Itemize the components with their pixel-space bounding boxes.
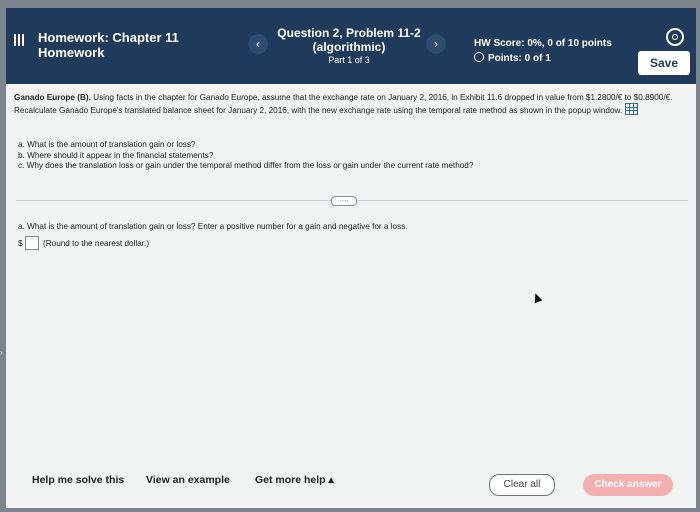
get-more-help-button[interactable]: Get more help ▴ bbox=[255, 474, 334, 486]
next-question-button[interactable]: › bbox=[426, 34, 446, 54]
header-bar: Homework: Chapter 11 Homework ‹ Question… bbox=[6, 8, 696, 84]
settings-gear-icon[interactable] bbox=[666, 28, 684, 46]
data-table-icon[interactable] bbox=[624, 103, 638, 115]
answer-input[interactable] bbox=[25, 236, 39, 250]
rounding-hint: (Round to the nearest dollar.) bbox=[43, 239, 150, 248]
save-button[interactable]: Save bbox=[638, 51, 690, 75]
help-me-solve-button[interactable]: Help me solve this bbox=[32, 474, 124, 486]
homework-subtitle: Homework bbox=[38, 45, 105, 60]
previous-question-button[interactable]: ‹ bbox=[248, 34, 268, 54]
question-b: b. Where should it appear in the financi… bbox=[18, 150, 214, 160]
question-a: a. What is the amount of translation gai… bbox=[18, 140, 196, 149]
currency-symbol: $ bbox=[18, 239, 23, 248]
question-part: Part 1 of 3 bbox=[328, 55, 370, 65]
question-c: c. Why does the translation loss or gain… bbox=[18, 161, 474, 170]
problem-text: Using facts in the chapter for Ganado Eu… bbox=[14, 93, 673, 115]
question-list: a. What is the amount of translation gai… bbox=[18, 140, 473, 172]
problem-statement: Ganado Europe (B). Using facts in the ch… bbox=[14, 92, 684, 116]
mouse-cursor-icon bbox=[531, 291, 543, 304]
company-name: Ganado Europe (B). bbox=[14, 93, 91, 102]
clear-all-button[interactable]: Clear all bbox=[489, 474, 555, 496]
question-title: Question 2, Problem 11-2 bbox=[277, 26, 421, 40]
app-window: Homework: Chapter 11 Homework ‹ Question… bbox=[6, 8, 696, 508]
hw-score: HW Score: 0%, 0 of 10 points bbox=[474, 38, 612, 49]
check-answer-button[interactable]: Check answer bbox=[583, 474, 673, 496]
homework-label: Homework: bbox=[38, 30, 109, 45]
question-subtitle: (algorithmic) bbox=[312, 40, 386, 54]
expand-button[interactable]: ..... bbox=[331, 196, 357, 206]
points-circle-icon bbox=[474, 52, 484, 62]
question-info: Question 2, Problem 11-2 (algorithmic) P… bbox=[274, 26, 424, 65]
homework-chapter: Chapter 11 bbox=[112, 30, 179, 45]
footer-bar: Help me solve this View an example Get m… bbox=[6, 462, 696, 508]
score-block: HW Score: 0%, 0 of 10 points Points: 0 o… bbox=[474, 36, 612, 66]
menu-icon[interactable] bbox=[14, 34, 26, 48]
side-arrow-icon: › bbox=[0, 348, 3, 357]
view-example-button[interactable]: View an example bbox=[146, 474, 230, 486]
homework-title: Homework: Chapter 11 Homework bbox=[38, 30, 179, 60]
points-text: Points: 0 of 1 bbox=[488, 53, 551, 64]
part-a-prompt: a. What is the amount of translation gai… bbox=[18, 222, 408, 231]
